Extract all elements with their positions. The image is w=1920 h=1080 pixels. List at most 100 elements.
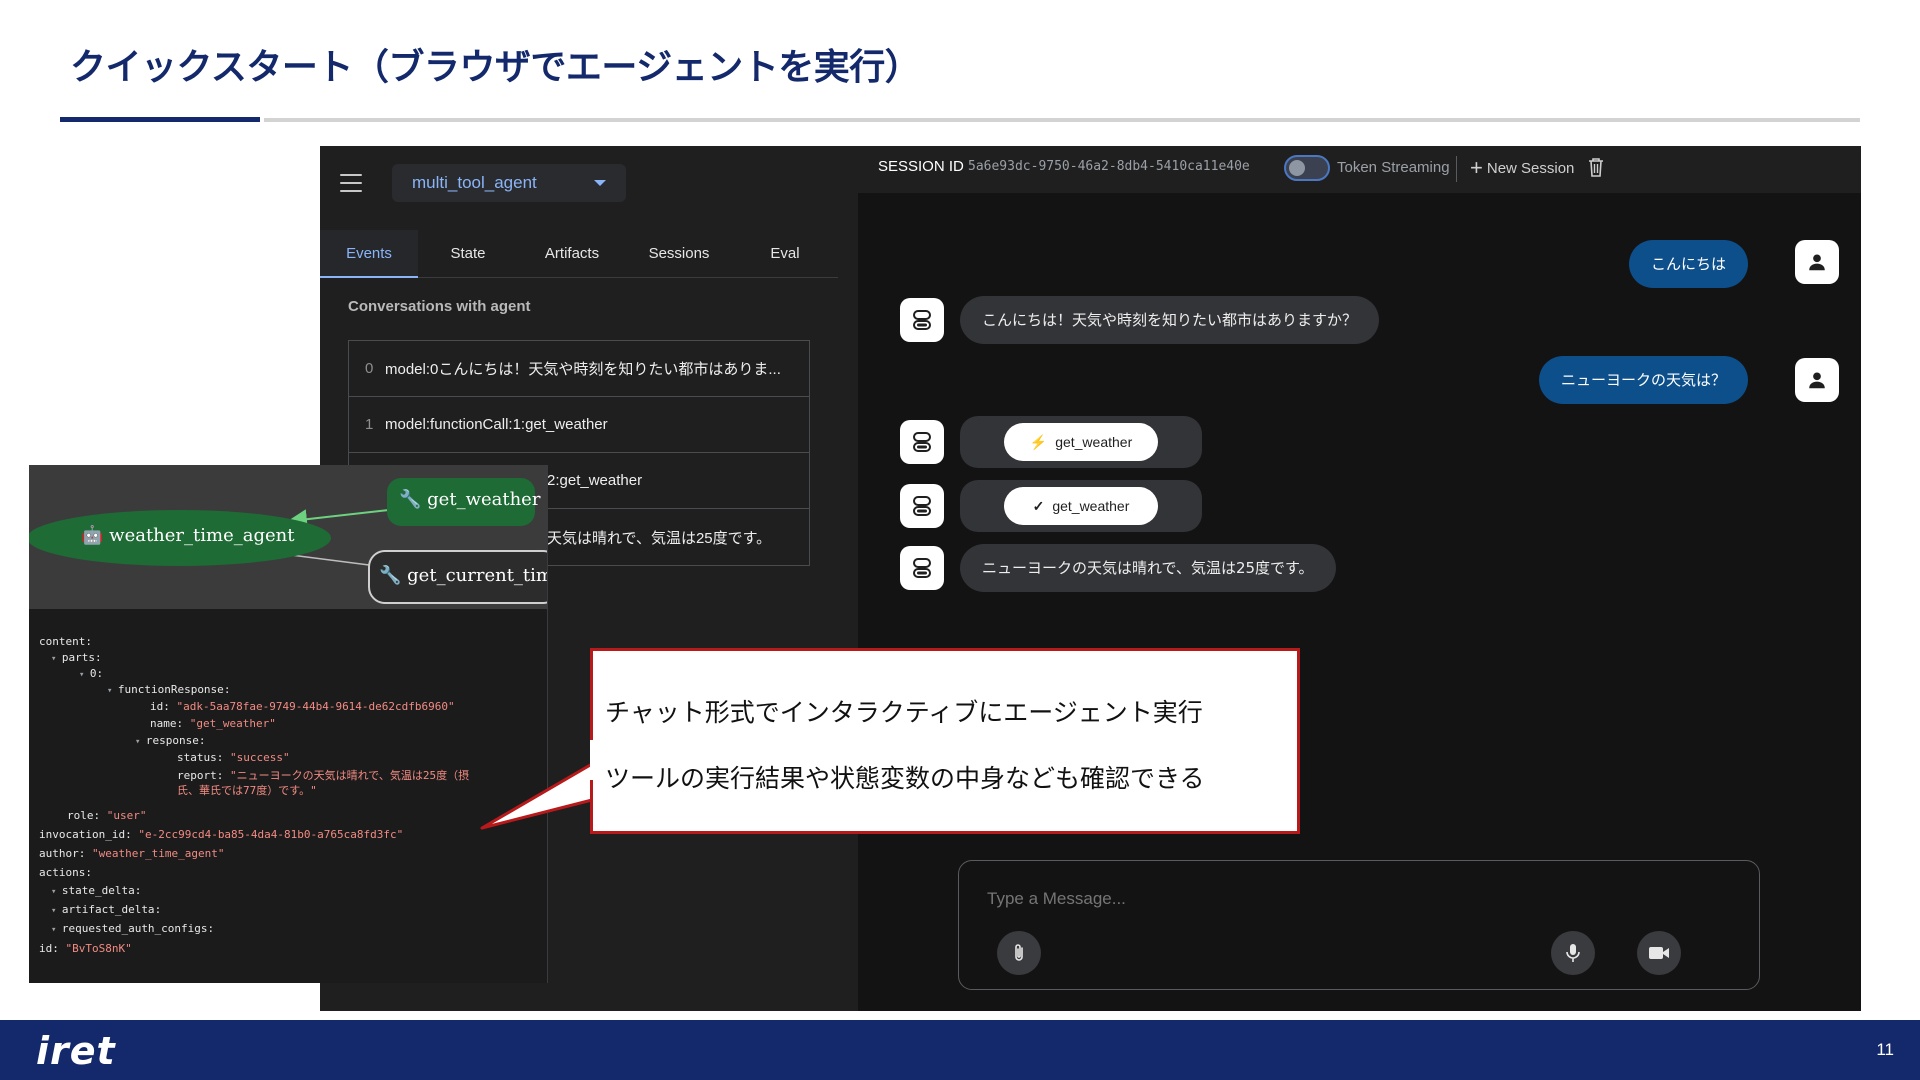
- title-rule-accent: [60, 117, 260, 122]
- json-line: 氏、華氏では77度）です。": [177, 784, 317, 797]
- event-text: model:functionCall:1:get_weather: [385, 416, 608, 433]
- json-line[interactable]: ▾ response:: [135, 734, 205, 747]
- slide-title: クイックスタート（ブラウザでエージェントを実行）: [70, 47, 921, 88]
- json-line[interactable]: ▾ 0:: [79, 667, 103, 680]
- microphone-button[interactable]: [1551, 931, 1595, 975]
- graph-edge-get-current-time: [290, 554, 370, 566]
- graph-node-agent-label: 🤖 weather_time_agent: [81, 525, 295, 546]
- json-line: report: "ニューヨークの天気は晴れで、気温は25度（摂: [177, 769, 470, 782]
- conversations-heading: Conversations with agent: [348, 298, 531, 315]
- wrench-icon: 🔧: [379, 565, 402, 586]
- wrench-icon: 🔧: [399, 489, 422, 510]
- panel-tabs: Events State Artifacts Sessions Eval: [320, 230, 838, 278]
- expand-caret-icon: ▾: [51, 654, 62, 664]
- graph-node-get-current-time-label: 🔧 get_current_time: [379, 565, 548, 586]
- user-avatar-icon: [1795, 358, 1839, 402]
- json-line: id: "adk-5aa78fae-9749-44b4-9614-de62cdf…: [150, 700, 455, 713]
- check-icon: ✓: [1032, 498, 1045, 514]
- message-composer: [958, 860, 1760, 990]
- microphone-icon: [1566, 944, 1580, 962]
- json-line[interactable]: ▾ state_delta:: [51, 884, 141, 897]
- event-text: 2:get_weather: [547, 472, 643, 489]
- callout-box: チャット形式でインタラクティブにエージェント実行 ツールの実行結果や状態変数の中…: [590, 648, 1300, 834]
- function-call-chip[interactable]: ⚡ get_weather: [1004, 423, 1158, 461]
- bot-avatar-icon: [900, 546, 944, 590]
- adk-web-app: multi_tool_agent Events State Artifacts …: [320, 146, 1861, 1011]
- iret-logo: iret: [36, 1029, 116, 1073]
- json-line: status: "success": [177, 751, 290, 764]
- menu-icon[interactable]: [340, 174, 362, 192]
- token-streaming-label: Token Streaming: [1337, 159, 1450, 176]
- video-camera-icon: [1649, 947, 1669, 959]
- callout-pointer: [480, 762, 593, 830]
- function-call-name: get_weather: [1055, 434, 1133, 450]
- agent-selector-value: multi_tool_agent: [412, 173, 537, 192]
- dropdown-caret-icon: [594, 180, 606, 186]
- bot-message: ニューヨークの天気は晴れで、気温は25度です。: [960, 544, 1336, 592]
- event-text: 天気は晴れで、気温は25度です。: [547, 529, 772, 547]
- json-line: name: "get_weather": [150, 717, 276, 730]
- event-item[interactable]: 1 model:functionCall:1:get_weather: [349, 397, 809, 453]
- bot-avatar-icon: [900, 298, 944, 342]
- expand-caret-icon: ▾: [79, 670, 90, 680]
- header-divider: [1456, 156, 1457, 182]
- json-line[interactable]: ▾ functionResponse:: [107, 683, 230, 696]
- json-line[interactable]: ▾ artifact_delta:: [51, 903, 161, 916]
- expand-caret-icon: ▾: [135, 737, 146, 747]
- event-text: model:0こんにちは！天気や時刻を知りたい都市はありま...: [385, 361, 781, 378]
- expand-caret-icon: ▾: [51, 887, 62, 897]
- new-session-label: New Session: [1486, 160, 1575, 177]
- slide-footer: [0, 1020, 1920, 1080]
- tab-artifacts[interactable]: Artifacts: [518, 230, 626, 278]
- function-response-name: get_weather: [1052, 498, 1130, 514]
- agent-selector[interactable]: multi_tool_agent: [392, 164, 626, 202]
- graph-node-get-weather-label: 🔧 get_weather: [399, 489, 541, 510]
- tool-response-bubble: ✓ get_weather: [960, 480, 1202, 532]
- bolt-icon: ⚡: [1029, 434, 1048, 450]
- function-response-chip[interactable]: ✓ get_weather: [1004, 487, 1158, 525]
- paperclip-icon: [1015, 944, 1023, 961]
- user-message: ニューヨークの天気は？: [1538, 356, 1748, 404]
- json-line: content:: [39, 635, 92, 648]
- new-session-button[interactable]: + New Session: [1470, 156, 1574, 181]
- user-message: こんにちは: [1628, 240, 1748, 288]
- user-avatar-icon: [1795, 240, 1839, 284]
- expand-caret-icon: ▾: [107, 686, 118, 696]
- json-line: author: "weather_time_agent": [39, 847, 225, 860]
- chat-panel: SESSION ID 5a6e93dc-9750-46a2-8db4-5410c…: [858, 146, 1861, 1011]
- event-index: 1: [365, 416, 374, 433]
- tab-sessions[interactable]: Sessions: [626, 230, 732, 278]
- page-number: 11: [1876, 1040, 1894, 1059]
- json-line: id: "BvToS8nK": [39, 942, 132, 955]
- plus-icon: +: [1470, 155, 1483, 180]
- attach-button[interactable]: [997, 931, 1041, 975]
- bot-avatar-icon: [900, 420, 944, 464]
- tab-eval[interactable]: Eval: [732, 230, 838, 278]
- agent-graph: 🤖 weather_time_agent 🔧 get_weather 🔧 get…: [29, 465, 548, 609]
- trash-icon[interactable]: [1588, 157, 1604, 177]
- callout-joint: [590, 740, 598, 780]
- tab-events[interactable]: Events: [320, 230, 418, 278]
- callout-line-1: チャット形式でインタラクティブにエージェント実行: [605, 698, 1203, 727]
- tool-call-bubble: ⚡ get_weather: [960, 416, 1202, 468]
- session-id-label: SESSION ID: [878, 158, 964, 175]
- expand-caret-icon: ▾: [51, 925, 62, 935]
- event-detail-overlay: 🤖 weather_time_agent 🔧 get_weather 🔧 get…: [29, 465, 548, 983]
- token-streaming-toggle[interactable]: [1284, 155, 1330, 181]
- json-line[interactable]: ▾ parts:: [51, 651, 102, 664]
- json-line: role: "user": [67, 809, 147, 822]
- json-line: actions:: [39, 866, 92, 879]
- tab-state[interactable]: State: [418, 230, 518, 278]
- json-line: invocation_id: "e-2cc99cd4-ba85-4da4-81b…: [39, 828, 404, 841]
- event-index: 0: [365, 360, 374, 377]
- message-input[interactable]: [987, 889, 1687, 909]
- event-json-viewer: content: ▾ parts: ▾ 0: ▾ functionRespons…: [29, 609, 547, 983]
- session-id-value: 5a6e93dc-9750-46a2-8db4-5410ca11e40e: [968, 159, 1250, 174]
- camera-button[interactable]: [1637, 931, 1681, 975]
- robot-icon: 🤖: [81, 525, 104, 546]
- json-line[interactable]: ▾ requested_auth_configs:: [51, 922, 214, 935]
- expand-caret-icon: ▾: [51, 906, 62, 916]
- event-item[interactable]: 0 model:0こんにちは！天気や時刻を知りたい都市はありま...: [349, 341, 809, 397]
- bot-message: こんにちは！天気や時刻を知りたい都市はありますか？: [960, 296, 1380, 344]
- callout-line-2: ツールの実行結果や状態変数の中身なども確認できる: [605, 764, 1205, 793]
